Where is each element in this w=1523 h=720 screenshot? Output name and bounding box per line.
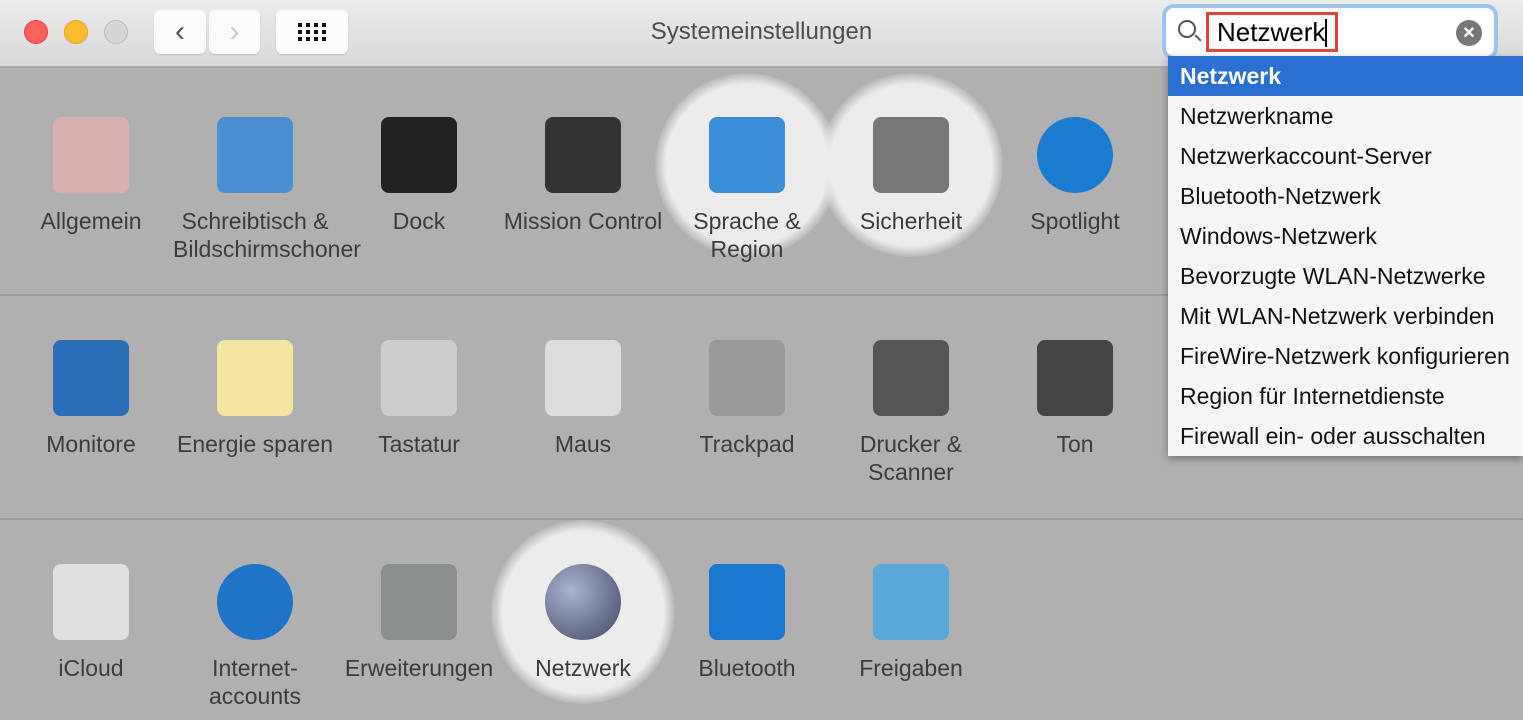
pane-shared-folder[interactable]: Freigaben bbox=[829, 564, 993, 682]
clear-search-icon[interactable]: × bbox=[1456, 20, 1482, 46]
puzzle-icon bbox=[381, 564, 457, 640]
pane-label: Ton bbox=[1056, 431, 1094, 457]
pane-puzzle[interactable]: Erweiterungen bbox=[337, 564, 501, 682]
monitor-icon bbox=[53, 340, 129, 416]
suggestion-item[interactable]: Firewall ein- oder ausschalten bbox=[1168, 416, 1523, 456]
suggestion-item[interactable]: Netzwerkname bbox=[1168, 96, 1523, 136]
pane-label: Allgemein bbox=[40, 208, 142, 234]
pane-label: Spotlight bbox=[1030, 208, 1120, 234]
pane-mission-control[interactable]: Mission Control bbox=[501, 117, 665, 235]
trackpad-icon bbox=[709, 340, 785, 416]
pane-monitor[interactable]: Monitore bbox=[9, 340, 173, 458]
suggestion-item[interactable]: Region für Internetdienste bbox=[1168, 376, 1523, 416]
suggestion-item[interactable]: Windows-Netzwerk bbox=[1168, 216, 1523, 256]
pane-un-flag[interactable]: Sprache & Region bbox=[665, 117, 829, 263]
suggestion-item[interactable]: Netzwerk bbox=[1168, 56, 1523, 96]
lightbulb-icon bbox=[217, 340, 293, 416]
dock-icon bbox=[381, 117, 457, 193]
pane-label: iCloud bbox=[58, 655, 124, 681]
pane-speaker[interactable]: Ton bbox=[993, 340, 1157, 458]
search-icon bbox=[1178, 20, 1196, 38]
mouse-icon bbox=[545, 340, 621, 416]
at-icon bbox=[217, 564, 293, 640]
pane-mouse[interactable]: Maus bbox=[501, 340, 665, 458]
pane-label: Energie sparen bbox=[177, 431, 333, 457]
pane-label: Bluetooth bbox=[698, 655, 796, 681]
suggestion-item[interactable]: Mit WLAN-Netzwerk verbinden bbox=[1168, 296, 1523, 336]
pane-spotlight[interactable]: Spotlight bbox=[993, 117, 1157, 235]
bluetooth-icon bbox=[709, 564, 785, 640]
search-field[interactable]: Netzwerk × bbox=[1166, 8, 1494, 56]
suggestion-item[interactable]: Bluetooth-Netzwerk bbox=[1168, 176, 1523, 216]
pane-label: Erweiterungen bbox=[344, 655, 494, 681]
row-divider bbox=[0, 518, 1523, 520]
pane-label: Freigaben bbox=[859, 655, 963, 681]
pane-label: Tastatur bbox=[378, 431, 460, 457]
pane-bluetooth[interactable]: Bluetooth bbox=[665, 564, 829, 682]
suggestion-item[interactable]: Bevorzugte WLAN-Netzwerke bbox=[1168, 256, 1523, 296]
pane-trackpad[interactable]: Trackpad bbox=[665, 340, 829, 458]
pane-label: Mission Control bbox=[503, 208, 663, 234]
desktop-icon bbox=[217, 117, 293, 193]
spotlight-icon bbox=[1037, 117, 1113, 193]
pane-lightbulb[interactable]: Energie sparen bbox=[173, 340, 337, 458]
un-flag-icon bbox=[709, 117, 785, 193]
pane-label: Sprache & Region bbox=[693, 208, 801, 262]
pane-icloud[interactable]: iCloud bbox=[9, 564, 173, 682]
pane-label: Monitore bbox=[46, 431, 136, 457]
suggestion-item[interactable]: FireWire-Netzwerk konfigurieren bbox=[1168, 336, 1523, 376]
icloud-icon bbox=[53, 564, 129, 640]
pane-at[interactable]: Internet-accounts bbox=[173, 564, 337, 710]
pane-label: Drucker & Scanner bbox=[859, 431, 963, 485]
pane-desktop[interactable]: Schreibtisch & Bildschirmschoner bbox=[173, 117, 361, 263]
search-suggestions-menu: Netzwerk Netzwerkname Netzwerkaccount-Serv… bbox=[1168, 56, 1523, 456]
printer-icon bbox=[873, 340, 949, 416]
keyboard-icon bbox=[381, 340, 457, 416]
pane-globe[interactable]: Netzwerk bbox=[501, 564, 665, 682]
globe-icon bbox=[545, 564, 621, 640]
pane-general[interactable]: Allgemein bbox=[9, 117, 173, 235]
pane-label: Sicherheit bbox=[859, 208, 963, 234]
pane-label: Netzwerk bbox=[535, 655, 631, 681]
speaker-icon bbox=[1037, 340, 1113, 416]
general-icon bbox=[53, 117, 129, 193]
pane-dock[interactable]: Dock bbox=[337, 117, 501, 235]
pane-label: Internet-accounts bbox=[208, 655, 302, 709]
search-input[interactable]: Netzwerk bbox=[1206, 12, 1338, 52]
mission-control-icon bbox=[545, 117, 621, 193]
pane-security-house[interactable]: Sicherheit bbox=[829, 117, 993, 235]
suggestion-item[interactable]: Netzwerkaccount-Server bbox=[1168, 136, 1523, 176]
pane-label: Schreibtisch & Bildschirmschoner bbox=[173, 208, 361, 262]
shared-folder-icon bbox=[873, 564, 949, 640]
pane-printer[interactable]: Drucker & Scanner bbox=[829, 340, 993, 486]
pane-label: Trackpad bbox=[699, 431, 795, 457]
pane-keyboard[interactable]: Tastatur bbox=[337, 340, 501, 458]
security-house-icon bbox=[873, 117, 949, 193]
pane-label: Dock bbox=[392, 208, 446, 234]
pane-label: Maus bbox=[554, 431, 612, 457]
